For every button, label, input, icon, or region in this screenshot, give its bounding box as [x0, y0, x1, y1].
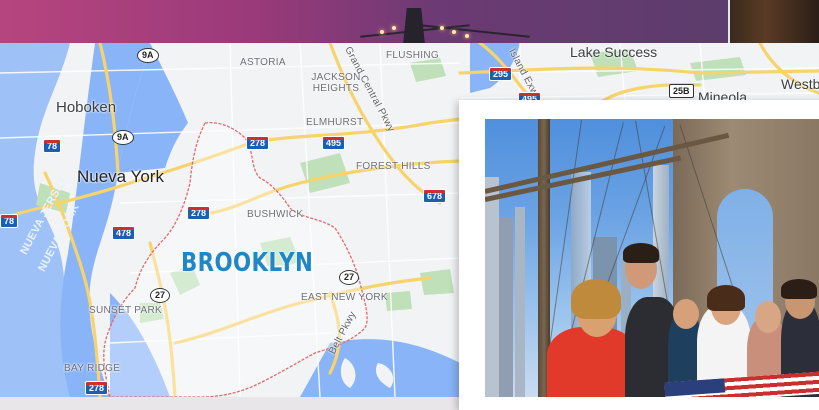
- header-photo-banner: [0, 0, 728, 43]
- place-bushwick: BUSHWICK: [247, 209, 304, 220]
- place-bay-ridge: BAY RIDGE: [64, 363, 121, 374]
- route-shield-27: 27: [150, 288, 171, 303]
- interstate-shield-678: 678: [423, 189, 447, 203]
- interstate-shield-278: 278: [246, 136, 270, 150]
- place-hoboken: Hoboken: [56, 99, 117, 116]
- place-lake-success: Lake Success: [570, 44, 658, 60]
- skyline-building: [499, 217, 513, 397]
- route-shield-27: 27: [339, 270, 360, 285]
- interstate-shield-495: 495: [322, 136, 346, 150]
- person-hair: [571, 279, 621, 319]
- route-shield-25b: 25B: [669, 84, 694, 98]
- interstate-shield-278: 278: [85, 381, 109, 395]
- interstate-shield-78: 78: [0, 214, 19, 228]
- group-photo-brooklyn-bridge: [485, 119, 819, 397]
- bridge-light: [452, 30, 456, 34]
- place-nueva-york: Nueva York: [77, 167, 164, 186]
- bridge-light: [380, 30, 384, 34]
- place-sunset-park: SUNSET PARK: [89, 305, 162, 316]
- person-head: [673, 299, 699, 329]
- place-east-new-york: EAST NEW YORK: [301, 292, 388, 303]
- skyline-building: [515, 207, 525, 397]
- header-photo-right: [730, 0, 819, 43]
- route-shield-9a: 9A: [112, 130, 134, 145]
- interstate-shield-78: 78: [43, 139, 62, 153]
- brooklyn-label: BROOKLYN: [181, 248, 314, 278]
- person-hair: [623, 243, 659, 263]
- person-red-top: [547, 327, 637, 397]
- skyline-building: [485, 177, 499, 397]
- person-hair: [707, 285, 745, 311]
- interstate-shield-295: 295: [489, 67, 513, 81]
- bridge-light: [465, 34, 469, 38]
- place-astoria: ASTORIA: [240, 57, 286, 68]
- route-shield-9a: 9A: [137, 48, 159, 63]
- bridge-light: [440, 26, 444, 30]
- bridge-cable: [420, 24, 530, 38]
- place-westbury: Westb: [781, 76, 819, 92]
- person-head: [755, 301, 781, 333]
- place-forest-hills: FOREST HILLS: [356, 161, 431, 172]
- place-flushing: FLUSHING: [386, 50, 439, 61]
- interstate-shield-478: 478: [112, 226, 136, 240]
- bridge-light: [392, 26, 396, 30]
- interstate-shield-278: 278: [187, 206, 211, 220]
- place-elmhurst: ELMHURST: [306, 117, 364, 128]
- person-hair: [781, 279, 817, 299]
